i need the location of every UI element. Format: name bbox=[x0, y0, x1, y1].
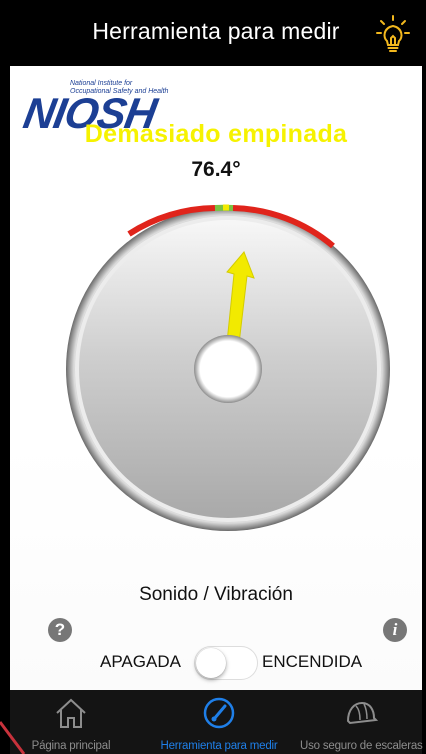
hard-hat-icon bbox=[346, 701, 378, 725]
home-icon bbox=[56, 698, 86, 728]
off-label: APAGADA bbox=[100, 652, 181, 671]
gauge-icon bbox=[203, 697, 235, 729]
tab-ladder-safety[interactable]: Uso seguro de escaleras bbox=[300, 690, 423, 754]
measuring-tool-panel: National Institute for Occupational Safe… bbox=[10, 66, 422, 690]
page-title: Herramienta para medir bbox=[92, 18, 340, 44]
angle-gauge bbox=[63, 204, 393, 534]
sound-toggle-row: APAGADA ENCENDIDA bbox=[10, 642, 422, 682]
tab-ladder-safety-label: Uso seguro de escaleras bbox=[300, 740, 423, 752]
on-label: ENCENDIDA bbox=[262, 652, 363, 671]
lightbulb-icon[interactable] bbox=[374, 14, 412, 54]
logo-text-line1: National Institute for bbox=[70, 80, 133, 87]
red-corner-mark bbox=[0, 721, 26, 754]
gauge-center bbox=[194, 335, 262, 403]
question-icon[interactable]: ? bbox=[48, 618, 72, 642]
sound-vibration-label: Sonido / Vibración bbox=[139, 584, 293, 605]
sound-vibration-switch[interactable] bbox=[194, 646, 258, 680]
screen-edge-right bbox=[422, 0, 426, 754]
info-icon[interactable]: i bbox=[383, 618, 407, 642]
angle-readout: 76.4° bbox=[191, 158, 241, 181]
app-screen: Herramienta para medir National Institut… bbox=[0, 0, 426, 754]
switch-knob bbox=[196, 648, 226, 678]
screen-edge-left bbox=[0, 0, 10, 754]
tab-measuring-tool[interactable]: Herramienta para medir bbox=[134, 690, 304, 754]
header-bar: Herramienta para medir bbox=[10, 4, 422, 66]
status-message: Demasiado empinada bbox=[84, 120, 348, 148]
tab-measuring-tool-label: Herramienta para medir bbox=[160, 740, 278, 752]
tab-bar: Página principal Herramienta para medir … bbox=[10, 690, 423, 754]
